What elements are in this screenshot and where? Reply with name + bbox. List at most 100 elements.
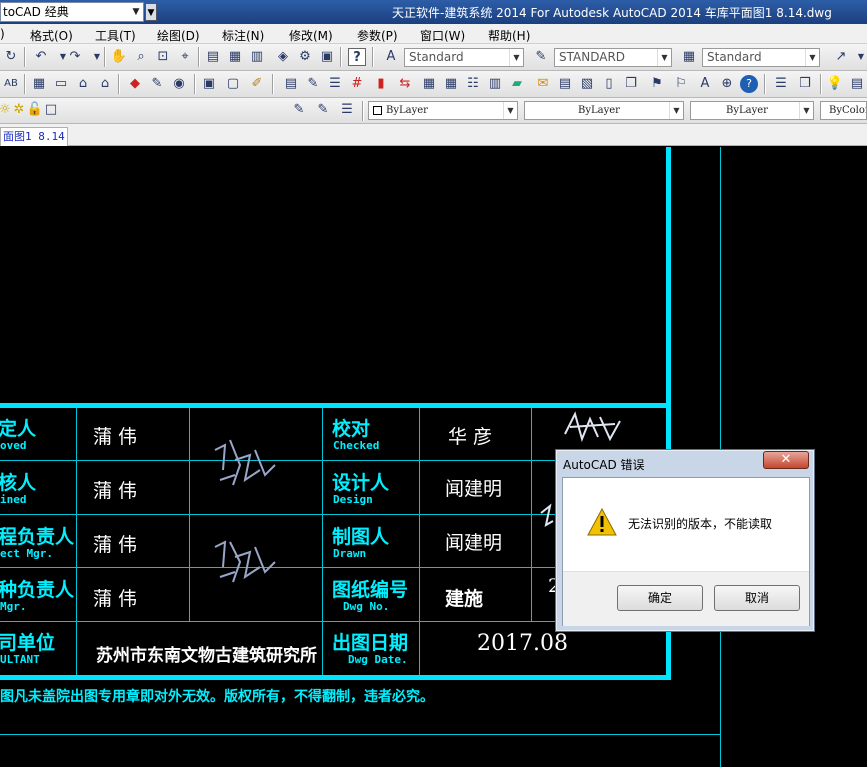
text-icon[interactable]: A: [696, 75, 714, 93]
hatch-icon[interactable]: ▧: [578, 75, 596, 93]
text-style-dropdown[interactable]: Standard ▼: [404, 48, 524, 67]
plotstyle-dropdown[interactable]: ByColor: [820, 101, 867, 120]
attribute-icon[interactable]: ✎: [304, 75, 322, 93]
table-style-icon[interactable]: ▦: [680, 48, 698, 66]
lineweight-value: ByLayer: [726, 105, 768, 116]
copy-icon[interactable]: ❐: [622, 75, 640, 93]
block-icon[interactable]: ▢: [224, 75, 242, 93]
calculator-icon[interactable]: ▣: [318, 48, 336, 66]
help-round-icon[interactable]: ?: [740, 75, 758, 93]
view-icon[interactable]: ◉: [170, 75, 188, 93]
window-title: 天正软件-建筑系统 2014 For Autodesk AutoCAD 2014…: [392, 6, 832, 20]
paint-icon[interactable]: ◆: [126, 75, 144, 93]
dim-style-dropdown[interactable]: STANDARD ▼: [554, 48, 672, 67]
column-icon[interactable]: ▮: [372, 75, 390, 93]
list-icon[interactable]: ☷: [464, 75, 482, 93]
layers-icon[interactable]: ☰: [326, 75, 344, 93]
layer-stack-icon[interactable]: ☰: [772, 75, 790, 93]
linetype-value: ByLayer: [578, 105, 620, 116]
layer-states-icon[interactable]: ❒: [796, 75, 814, 93]
beam-icon[interactable]: ⇆: [396, 75, 414, 93]
sheet-set-icon[interactable]: ◈: [274, 48, 292, 66]
redo-icon[interactable]: ↷: [66, 48, 84, 66]
properties-icon[interactable]: ▤: [204, 48, 222, 66]
markup-icon[interactable]: ⚙: [296, 48, 314, 66]
layer-match-icon[interactable]: ☰: [338, 101, 356, 119]
chevron-down-icon[interactable]: ▼: [852, 48, 867, 66]
wall-icon[interactable]: ▭: [52, 75, 70, 93]
text-tool-icon[interactable]: AB: [2, 75, 20, 93]
consultant-label: 司单位: [0, 632, 56, 654]
pan-hand-icon[interactable]: ✋: [110, 48, 128, 66]
title-bar: toCAD 经典 ▼ ▼ 天正软件-建筑系统 2014 For Autodesk…: [0, 0, 867, 24]
standard-toolbar: ↻ ↶ ▼ ↷ ▼ ✋ ⌕ ⊡ ⌖ ▤ ▦ ▥ ◈ ⚙ ▣ ? A Standa…: [0, 44, 867, 71]
cancel-button[interactable]: 取消: [714, 585, 800, 611]
grid-line: [189, 408, 190, 621]
table-style-value: Standard: [707, 50, 762, 64]
sheet-icon[interactable]: ▤: [556, 75, 574, 93]
area-icon[interactable]: ▥: [486, 75, 504, 93]
layer-previous-icon[interactable]: ✎: [314, 101, 332, 119]
make-current-icon[interactable]: ✎: [290, 101, 308, 119]
hash-icon[interactable]: #: [348, 75, 366, 93]
dim-style-icon[interactable]: ✎: [532, 48, 550, 66]
toolbar-separator: [820, 74, 822, 94]
zoom-previous-icon[interactable]: ⌖: [176, 48, 194, 66]
zoom-window-icon[interactable]: ⊡: [154, 48, 172, 66]
close-button[interactable]: ✕: [763, 451, 809, 469]
grid-icon[interactable]: ▦: [30, 75, 48, 93]
zoom-realtime-icon[interactable]: ⌕: [132, 48, 150, 66]
crosshair-icon[interactable]: ⊕: [718, 75, 736, 93]
menu-format[interactable]: 格式(O): [30, 27, 73, 44]
issue-date: 2017.08: [477, 631, 568, 656]
chart-icon[interactable]: ▰: [508, 75, 526, 93]
project-manager-signature: [214, 540, 276, 583]
undo-icon[interactable]: ↶: [32, 48, 50, 66]
grid-line: [419, 408, 420, 675]
edit-icon[interactable]: ✎: [148, 75, 166, 93]
color-swatch-icon[interactable]: □: [42, 101, 60, 119]
flag-alt-icon[interactable]: ⚐: [672, 75, 690, 93]
redraw-icon[interactable]: ↻: [2, 48, 20, 66]
menu-help[interactable]: 帮助(H): [488, 27, 530, 44]
menu-modify[interactable]: 修改(M): [289, 27, 333, 44]
workspace-label: toCAD 经典: [3, 5, 69, 19]
menu-params[interactable]: 参数(P): [357, 27, 398, 44]
layer-icon[interactable]: ▤: [848, 75, 866, 93]
help-icon[interactable]: ?: [348, 48, 366, 66]
color-dropdown[interactable]: ByLayer ▼: [368, 101, 518, 120]
flag-icon[interactable]: ⚑: [648, 75, 666, 93]
window-icon[interactable]: ⌂: [96, 75, 114, 93]
design-center-icon[interactable]: ▦: [226, 48, 244, 66]
menu-tools[interactable]: 工具(T): [95, 27, 136, 44]
insert-icon[interactable]: ▤: [282, 75, 300, 93]
checker-signature: [564, 411, 621, 443]
table-style-dropdown[interactable]: Standard ▼: [702, 48, 820, 67]
menu-draw[interactable]: 绘图(D): [157, 27, 200, 44]
menu-window[interactable]: 窗口(W): [420, 27, 465, 44]
door-icon[interactable]: ⌂: [74, 75, 92, 93]
quick-access-menu-button[interactable]: ▼: [145, 3, 157, 21]
table-icon[interactable]: ▦: [442, 75, 460, 93]
ok-button[interactable]: 确定: [617, 585, 703, 611]
book-icon[interactable]: ▯: [600, 75, 618, 93]
layout-icon[interactable]: ▣: [200, 75, 218, 93]
drawn-label: 制图人: [332, 526, 390, 548]
linetype-dropdown[interactable]: ByLayer ▼: [524, 101, 684, 120]
menu-dimension[interactable]: 标注(N): [222, 27, 264, 44]
workspace-dropdown[interactable]: toCAD 经典 ▼: [0, 2, 144, 22]
brush-icon[interactable]: ✐: [248, 75, 266, 93]
mail-icon[interactable]: ✉: [534, 75, 552, 93]
lineweight-dropdown[interactable]: ByLayer ▼: [690, 101, 814, 120]
text-style-icon[interactable]: A: [382, 48, 400, 66]
approved-label: 定人: [0, 418, 37, 440]
stairs-icon[interactable]: ▦: [420, 75, 438, 93]
multileader-style-icon[interactable]: ↗: [832, 48, 850, 66]
tool-palettes-icon[interactable]: ▥: [248, 48, 266, 66]
drawing-number-label-en: Dwg No.: [343, 600, 390, 613]
bulb-icon[interactable]: 💡: [826, 75, 844, 93]
color-swatch-icon: [373, 106, 382, 115]
menu-partial[interactable]: ): [0, 27, 5, 41]
tab-drawing-file[interactable]: 面图1 8.14: [0, 127, 68, 146]
drafter-name: 闻建明: [445, 532, 503, 554]
